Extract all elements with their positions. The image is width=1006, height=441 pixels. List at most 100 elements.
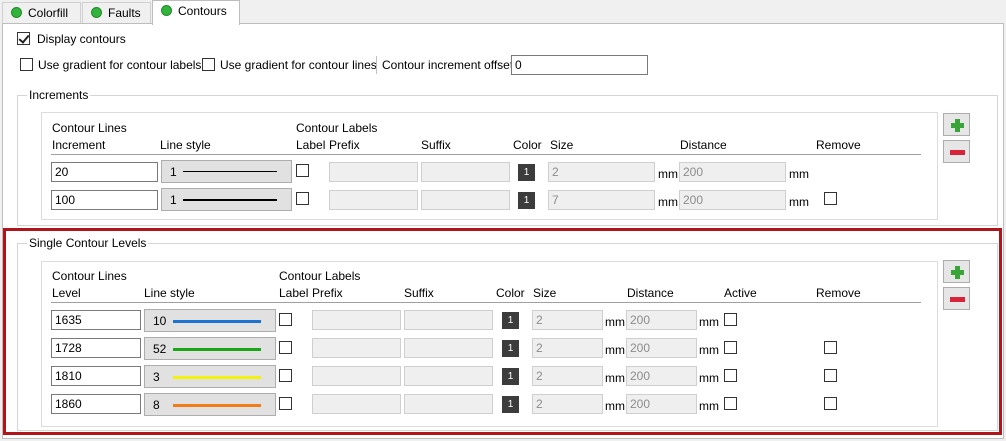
tab-bar: Colorfill Faults Contours [0, 0, 1006, 25]
inc-h-increment: Increment [52, 138, 106, 152]
label-checkbox[interactable] [296, 164, 309, 177]
color-button[interactable]: 1 [502, 340, 519, 357]
color-button[interactable]: 1 [502, 368, 519, 385]
remove-level-button[interactable] [943, 287, 970, 310]
single-h-active: Active [724, 286, 757, 300]
distance-input[interactable]: 200 [626, 394, 697, 414]
size-input[interactable]: 2 [548, 162, 655, 182]
level-input[interactable]: 1810 [51, 366, 141, 386]
add-level-button[interactable] [943, 260, 970, 283]
line-style-button[interactable]: 1 [161, 188, 292, 211]
prefix-input[interactable] [312, 338, 401, 358]
distance-input[interactable]: 200 [679, 162, 786, 182]
separator [376, 56, 377, 74]
color-button[interactable]: 1 [502, 396, 519, 413]
minus-icon [950, 150, 965, 155]
suffix-input[interactable] [404, 338, 493, 358]
color-button[interactable]: 1 [518, 164, 535, 181]
level-input[interactable]: 1728 [51, 338, 141, 358]
size-input[interactable]: 2 [532, 310, 603, 330]
label-checkbox[interactable] [279, 397, 292, 410]
distance-unit: mm [699, 371, 719, 385]
tab-colorfill[interactable]: Colorfill [2, 2, 81, 24]
single-h-contour-labels: Contour Labels [279, 269, 361, 283]
remove-checkbox[interactable] [824, 341, 837, 354]
gradient-lines-checkbox[interactable] [202, 58, 215, 71]
display-contours-label: Display contours [37, 32, 126, 46]
prefix-input[interactable] [312, 394, 401, 414]
remove-checkbox[interactable] [824, 397, 837, 410]
prefix-input[interactable] [329, 190, 418, 210]
remove-checkbox[interactable] [824, 369, 837, 382]
size-input[interactable]: 2 [532, 338, 603, 358]
offset-input[interactable]: 0 [511, 55, 648, 75]
single-h-contour-lines: Contour Lines [52, 269, 127, 283]
line-style-button[interactable]: 1 [161, 160, 292, 183]
increment-input[interactable]: 100 [51, 190, 158, 210]
active-checkbox[interactable] [724, 369, 737, 382]
distance-input[interactable]: 200 [626, 338, 697, 358]
single-h-size: Size [533, 286, 557, 300]
suffix-input[interactable] [421, 190, 510, 210]
line-preview [173, 348, 261, 351]
remove-checkbox[interactable] [824, 192, 837, 205]
suffix-input[interactable] [404, 310, 493, 330]
single-h-label: Label [279, 286, 309, 300]
suffix-input[interactable] [404, 394, 493, 414]
line-style-button[interactable]: 52 [144, 337, 276, 360]
remove-increment-button[interactable] [943, 140, 970, 163]
inc-h-remove: Remove [816, 138, 861, 152]
tab-faults[interactable]: Faults [82, 2, 151, 24]
size-input[interactable]: 7 [548, 190, 655, 210]
line-preview [173, 320, 261, 323]
line-preview [173, 376, 261, 379]
size-input[interactable]: 2 [532, 394, 603, 414]
size-input[interactable]: 2 [532, 366, 603, 386]
add-increment-button[interactable] [943, 113, 970, 136]
color-button[interactable]: 1 [502, 312, 519, 329]
prefix-input[interactable] [312, 310, 401, 330]
suffix-input[interactable] [421, 162, 510, 182]
prefix-input[interactable] [329, 162, 418, 182]
size-unit: mm [605, 315, 625, 329]
size-unit: mm [658, 167, 678, 181]
level-input[interactable]: 1635 [51, 310, 141, 330]
label-checkbox[interactable] [279, 313, 292, 326]
inc-h-line-style: Line style [160, 138, 211, 152]
active-checkbox[interactable] [724, 341, 737, 354]
inc-h-size: Size [550, 138, 574, 152]
label-checkbox[interactable] [279, 369, 292, 382]
active-checkbox[interactable] [724, 397, 737, 410]
inc-h-contour-labels: Contour Labels [296, 121, 378, 135]
line-style-button[interactable]: 3 [144, 365, 276, 388]
level-input[interactable]: 1860 [51, 394, 141, 414]
single-h-prefix: Prefix [312, 286, 343, 300]
distance-input[interactable]: 200 [626, 310, 697, 330]
header-divider [51, 302, 921, 303]
suffix-input[interactable] [404, 366, 493, 386]
gradient-labels-label: Use gradient for contour labels [38, 58, 202, 72]
line-preview [183, 171, 277, 172]
active-checkbox[interactable] [724, 313, 737, 326]
single-h-distance: Distance [627, 286, 674, 300]
distance-input[interactable]: 200 [679, 190, 786, 210]
distance-input[interactable]: 200 [626, 366, 697, 386]
inc-h-distance: Distance [680, 138, 727, 152]
label-checkbox[interactable] [279, 341, 292, 354]
line-style-button[interactable]: 10 [144, 309, 276, 332]
increments-title: Increments [27, 88, 91, 102]
gradient-lines-label: Use gradient for contour lines [220, 58, 377, 72]
color-button[interactable]: 1 [518, 192, 535, 209]
line-style-button[interactable]: 8 [144, 393, 276, 416]
distance-unit: mm [699, 315, 719, 329]
prefix-input[interactable] [312, 366, 401, 386]
inc-h-label: Label [296, 138, 326, 152]
display-contours-checkbox[interactable] [17, 32, 30, 45]
inc-h-contour-lines: Contour Lines [52, 121, 127, 135]
gradient-labels-checkbox[interactable] [20, 58, 33, 71]
inc-h-suffix: Suffix [421, 138, 451, 152]
tab-contours[interactable]: Contours [152, 0, 240, 25]
size-unit: mm [605, 343, 625, 357]
increment-input[interactable]: 20 [51, 162, 158, 182]
label-checkbox[interactable] [296, 192, 309, 205]
